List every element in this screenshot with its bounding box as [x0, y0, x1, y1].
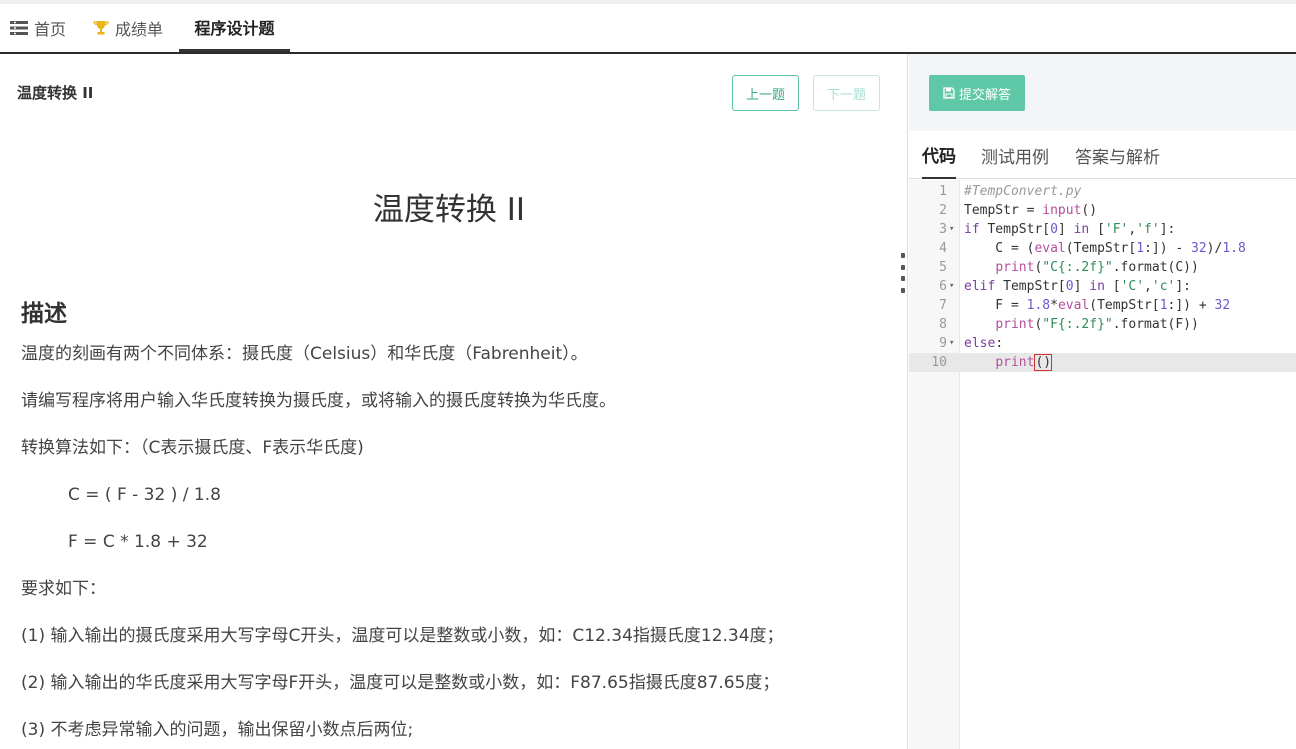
line-number: 1 [939, 184, 947, 199]
code-text: TempStr = input() [964, 203, 1098, 218]
code-text: elif TempStr[0] in ['C','c']: [964, 279, 1192, 294]
paragraph: 温度的刻画有两个不同体系：摄氏度（Celsius）和华氏度（Fabrenheit… [21, 344, 588, 364]
code-line[interactable]: 3 ▾ if TempStr[0] in ['F','f']: [909, 220, 1296, 239]
line-number: 6 [939, 279, 947, 294]
submit-answer-button[interactable]: 提交解答 [929, 75, 1025, 111]
trophy-icon [93, 20, 109, 36]
line-number: 9 [939, 336, 947, 351]
code-line[interactable]: 1 #TempConvert.py [909, 182, 1296, 201]
nav-program[interactable]: 程序设计题 [179, 4, 290, 52]
code-text: print() [995, 354, 1053, 371]
line-number: 5 [939, 260, 947, 275]
line-number: 4 [939, 241, 947, 256]
paragraph: (3) 不考虑异常输入的问题，输出保留小数点后两位; [21, 720, 414, 740]
nav-program-label: 程序设计题 [194, 18, 275, 38]
fold-arrow-icon[interactable]: ▾ [949, 220, 959, 239]
code-text: if TempStr[0] in ['F','f']: [964, 222, 1176, 237]
line-number: 2 [939, 203, 947, 218]
code-line[interactable]: 2 TempStr = input() [909, 201, 1296, 220]
paragraph: (2) 输入输出的华氏度采用大写字母F开头，温度可以是整数或小数，如：F87.6… [21, 673, 780, 693]
code-pane: 提交解答 代码 测试用例 答案与解析 1 #TempConvert.py 2 Temp… [909, 54, 1296, 749]
question-heading: 温度转换 II [372, 192, 526, 228]
nav-home-label: 首页 [34, 20, 67, 39]
formula: F = C * 1.8 + 32 [68, 532, 208, 552]
submit-answer-label: 提交解答 [958, 87, 1011, 103]
line-number: 3 [939, 222, 947, 237]
code-text: C = (eval(TempStr[1:]) - 32)/1.8 [964, 241, 1246, 256]
paragraph: 转换算法如下：（C表示摄氏度、F表示华氏度) [21, 438, 364, 458]
tab-test-cases[interactable]: 测试用例 [981, 131, 1049, 179]
code-line[interactable]: 10 print() [909, 353, 1296, 372]
save-icon [943, 87, 955, 99]
fold-arrow-icon[interactable]: ▾ [949, 277, 959, 296]
tab-answer-analysis[interactable]: 答案与解析 [1075, 131, 1160, 179]
section-title: 描述 [21, 301, 67, 327]
nav-home[interactable]: 首页 [10, 4, 66, 52]
nav-score[interactable]: 成绩单 [93, 4, 163, 52]
formula: C = ( F - 32 ) / 1.8 [68, 485, 221, 505]
prev-question-button[interactable]: 上一题 [732, 75, 799, 111]
paragraph: 要求如下： [21, 579, 106, 599]
code-line[interactable]: 7 F = 1.8*eval(TempStr[1:]) + 32 [909, 296, 1296, 315]
nav-score-label: 成绩单 [115, 20, 164, 39]
code-text: print("C{:.2f}".format(C)) [995, 260, 1199, 275]
paragraph: (1) 输入输出的摄氏度采用大写字母C开头，温度可以是整数或小数，如：C12.3… [21, 626, 784, 646]
line-number: 10 [931, 355, 947, 370]
line-number: 7 [939, 298, 947, 313]
pane-splitter-handle[interactable] [900, 253, 906, 293]
code-toolbar: 提交解答 [909, 54, 1296, 131]
code-line[interactable]: 8 print("F{:.2f}".format(F)) [909, 315, 1296, 334]
code-line[interactable]: 9 ▾ else: [909, 334, 1296, 353]
code-text: else: [964, 336, 1004, 351]
code-line[interactable]: 6 ▾ elif TempStr[0] in ['C','c']: [909, 277, 1296, 296]
fold-arrow-icon[interactable]: ▾ [949, 334, 959, 353]
code-line[interactable]: 4 C = (eval(TempStr[1:]) - 32)/1.8 [909, 239, 1296, 258]
code-editor[interactable]: 1 #TempConvert.py 2 TempStr = input() 3 ▾ if T… [909, 180, 1296, 749]
question-description: 描述 温度的刻画有两个不同体系：摄氏度（Celsius）和华氏度（Fabrenh… [21, 294, 881, 749]
code-tabs: 代码 测试用例 答案与解析 [909, 131, 1296, 179]
top-nav: 首页 成绩单 程序设计题 [0, 0, 1296, 54]
code-text: #TempConvert.py [964, 184, 1082, 199]
line-number: 8 [939, 317, 947, 332]
list-icon [10, 21, 28, 35]
tab-code[interactable]: 代码 [922, 131, 956, 179]
question-pane: 温度转换 II 上一题 下一题 温度转换 II 描述 温度的刻画有两个不同体系：… [0, 54, 908, 749]
code-line[interactable]: 5 print("C{:.2f}".format(C)) [909, 258, 1296, 277]
next-question-button[interactable]: 下一题 [813, 75, 880, 111]
code-text: F = 1.8*eval(TempStr[1:]) + 32 [964, 298, 1231, 313]
question-title: 温度转换 II [17, 84, 94, 102]
paragraph: 请编写程序将用户输入华氏度转换为摄氏度，或将输入的摄氏度转换为华氏度。 [21, 391, 616, 411]
code-text: print("F{:.2f}".format(F)) [995, 317, 1199, 332]
